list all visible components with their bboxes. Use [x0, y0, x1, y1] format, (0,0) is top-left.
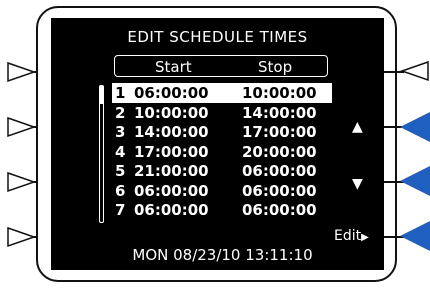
schedule-row-7[interactable]: 7 06:00:00 06:00:00	[112, 200, 332, 220]
schedule-row-5[interactable]: 5 21:00:00 06:00:00	[112, 161, 332, 181]
scroll-down-softkey[interactable]	[398, 166, 430, 198]
start-time: 06:00:00	[134, 181, 209, 200]
stop-time: 06:00:00	[242, 162, 317, 180]
left-softkey-4[interactable]	[6, 226, 38, 250]
scroll-down-icon: ▼	[352, 176, 363, 192]
schedule-row-4[interactable]: 4 17:00:00 20:00:00	[112, 142, 332, 162]
edit-arrow-icon: ▶	[361, 232, 369, 243]
scroll-up-icon: ▲	[352, 119, 363, 135]
row-number: 6	[115, 181, 126, 200]
schedule-row-2[interactable]: 2 10:00:00 14:00:00	[112, 103, 332, 123]
status-datetime: MON 08/23/10 13:11:10	[132, 246, 313, 264]
row-number: 1	[115, 84, 126, 102]
stop-column-header: Stop	[258, 58, 293, 76]
row-number: 2	[115, 103, 126, 122]
left-softkey-1[interactable]	[6, 61, 38, 85]
start-time: 10:00:00	[134, 103, 209, 122]
schedule-list: 1 06:00:00 10:00:00 2 10:00:00 14:00:00 …	[112, 83, 332, 220]
start-time: 06:00:00	[134, 84, 209, 102]
stop-time: 10:00:00	[242, 84, 317, 102]
stop-time: 06:00:00	[242, 201, 317, 219]
column-header: Start Stop	[114, 55, 328, 77]
row-number: 4	[115, 142, 126, 161]
stop-time: 06:00:00	[242, 181, 317, 200]
schedule-row-6[interactable]: 6 06:00:00 06:00:00	[112, 181, 332, 201]
scrollbar-thumb[interactable]	[100, 86, 103, 104]
stop-time: 14:00:00	[242, 103, 317, 122]
stop-time: 20:00:00	[242, 142, 317, 161]
schedule-row-1[interactable]: 1 06:00:00 10:00:00	[112, 83, 332, 103]
right-softkey-1[interactable]	[398, 60, 430, 84]
left-softkey-2[interactable]	[6, 116, 38, 140]
start-time: 06:00:00	[134, 201, 209, 219]
scroll-up-softkey[interactable]	[398, 112, 430, 144]
row-number: 7	[115, 201, 126, 219]
left-softkey-3[interactable]	[6, 171, 38, 195]
edit-softkey[interactable]	[398, 221, 430, 253]
lcd-screen: EDIT SCHEDULE TIMES Start Stop 1 06:00:0…	[51, 18, 384, 270]
start-time: 14:00:00	[134, 123, 209, 141]
scrollbar[interactable]	[99, 85, 104, 223]
stop-time: 17:00:00	[242, 123, 317, 141]
row-number: 5	[115, 162, 126, 180]
start-time: 21:00:00	[134, 162, 209, 180]
schedule-row-3[interactable]: 3 14:00:00 17:00:00	[112, 122, 332, 142]
start-time: 17:00:00	[134, 142, 209, 161]
screen-title: EDIT SCHEDULE TIMES	[127, 28, 308, 46]
start-column-header: Start	[155, 58, 192, 76]
edit-label: Edit▶	[334, 228, 369, 244]
row-number: 3	[115, 123, 126, 141]
edit-text: Edit	[334, 228, 362, 244]
